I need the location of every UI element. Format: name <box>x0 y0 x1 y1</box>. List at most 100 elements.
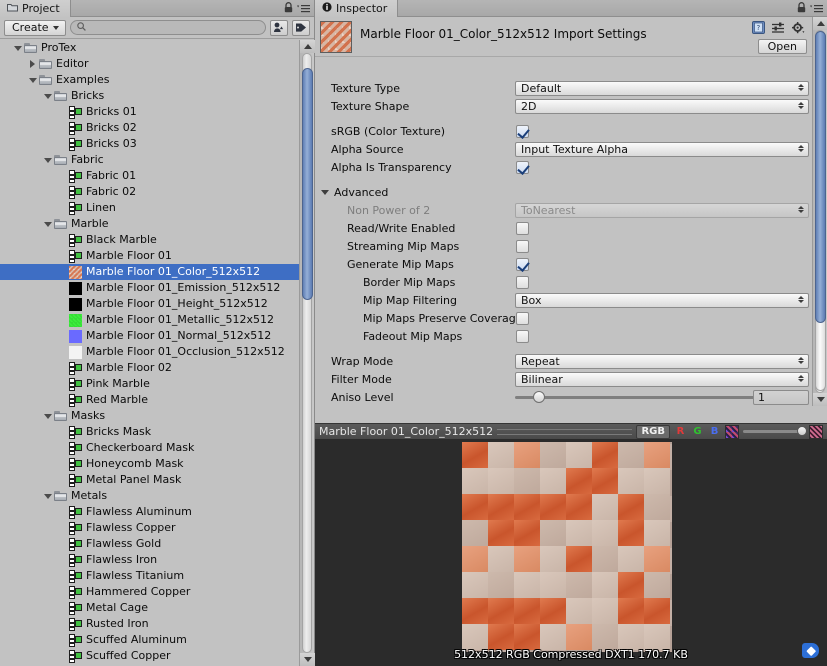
checkbox-border-mip-maps[interactable] <box>516 275 529 289</box>
gear-icon[interactable] <box>792 21 805 37</box>
project-scrollbar[interactable] <box>299 40 315 666</box>
lock-icon[interactable] <box>284 2 293 16</box>
label-tag-icon[interactable] <box>292 19 310 36</box>
scroll-up-arrow[interactable] <box>813 17 827 30</box>
label-tag-icon[interactable] <box>802 643 819 658</box>
alpha-checker-icon[interactable] <box>809 424 823 439</box>
tree-item-flawless-gold[interactable]: Flawless Gold <box>0 536 314 552</box>
search-input[interactable] <box>89 21 259 34</box>
chevron-down-icon[interactable] <box>27 72 38 88</box>
mip-level-slider[interactable] <box>743 426 807 436</box>
checkbox-fadeout-mip-maps[interactable] <box>516 329 529 343</box>
lock-icon[interactable] <box>797 2 806 16</box>
tree-item-bricks[interactable]: Bricks <box>0 88 314 104</box>
tree-item-flawless-titanium[interactable]: Flawless Titanium <box>0 568 314 584</box>
tab-inspector[interactable]: Inspector <box>315 0 399 17</box>
inspector-panel: Inspector Marble Floor 01_Color_512x512 … <box>315 0 827 666</box>
checkbox-alpha-is-transparency[interactable] <box>516 160 529 174</box>
chevron-down-icon[interactable] <box>42 408 53 424</box>
tree-item-editor[interactable]: Editor <box>0 56 314 72</box>
chevron-right-icon[interactable] <box>27 56 38 72</box>
tree-item-honeycomb-mask[interactable]: Honeycomb Mask <box>0 456 314 472</box>
tree-item-marble-floor-01-emission-512x512[interactable]: Marble Floor 01_Emission_512x512 <box>0 280 314 296</box>
tree-item-metals[interactable]: Metals <box>0 488 314 504</box>
tree-item-marble-floor-01-occlusion-512x512[interactable]: Marble Floor 01_Occlusion_512x512 <box>0 344 314 360</box>
number-field-aniso-level[interactable]: 1 <box>753 389 809 405</box>
checkbox-srgb-color-texture[interactable] <box>516 124 529 138</box>
tree-item-linen[interactable]: Linen <box>0 200 314 216</box>
dropdown-wrap-mode[interactable]: Repeat <box>515 353 809 369</box>
chevron-down-icon[interactable] <box>42 88 53 104</box>
open-button[interactable]: Open <box>757 39 807 54</box>
preview-drag-handle[interactable] <box>497 428 633 435</box>
inspector-scrollbar[interactable] <box>812 17 827 406</box>
tree-item-flawless-iron[interactable]: Flawless Iron <box>0 552 314 568</box>
scroll-down-arrow[interactable] <box>300 653 315 666</box>
tree-item-scuffed-aluminum[interactable]: Scuffed Aluminum <box>0 632 314 648</box>
tree-item-marble-floor-02[interactable]: Marble Floor 02 <box>0 360 314 376</box>
chevron-down-icon[interactable] <box>42 152 53 168</box>
tree-item-metal-panel-mask[interactable]: Metal Panel Mask <box>0 472 314 488</box>
chevron-down-icon[interactable] <box>12 40 23 56</box>
favorites-icon[interactable] <box>270 19 288 36</box>
tree-item-marble-floor-01-height-512x512[interactable]: Marble Floor 01_Height_512x512 <box>0 296 314 312</box>
channel-r-toggle[interactable]: R <box>674 425 687 439</box>
inspector-scroll-thumb[interactable] <box>815 31 826 323</box>
tree-item-fabric-01[interactable]: Fabric 01 <box>0 168 314 184</box>
tree-item-black-marble[interactable]: Black Marble <box>0 232 314 248</box>
tree-item-marble-floor-01[interactable]: Marble Floor 01 <box>0 248 314 264</box>
checkbox-read-write-enabled[interactable] <box>516 221 529 235</box>
tree-item-rusted-iron[interactable]: Rusted Iron <box>0 616 314 632</box>
slider-knob[interactable] <box>533 391 545 403</box>
tree-item-pink-marble[interactable]: Pink Marble <box>0 376 314 392</box>
chevron-down-icon[interactable] <box>321 190 329 195</box>
tree-item-red-marble[interactable]: Red Marble <box>0 392 314 408</box>
tree-item-metal-cage[interactable]: Metal Cage <box>0 600 314 616</box>
tree-item-marble-floor-01-normal-512x512[interactable]: Marble Floor 01_Normal_512x512 <box>0 328 314 344</box>
dropdown-texture-shape[interactable]: 2D <box>515 98 809 114</box>
scroll-up-arrow[interactable] <box>300 40 315 53</box>
create-button[interactable]: Create <box>4 19 66 36</box>
slider-aniso-level[interactable] <box>515 391 759 403</box>
panel-menu-icon[interactable] <box>810 3 823 16</box>
panel-menu-icon[interactable] <box>297 3 310 16</box>
channel-g-toggle[interactable]: G <box>691 425 704 439</box>
tree-item-marble-floor-01-color-512x512[interactable]: Marble Floor 01_Color_512x512 <box>0 264 314 280</box>
tree-item-protex[interactable]: ProTex <box>0 40 314 56</box>
tree-item-bricks-mask[interactable]: Bricks Mask <box>0 424 314 440</box>
tree-item-marble-floor-01-metallic-512x512[interactable]: Marble Floor 01_Metallic_512x512 <box>0 312 314 328</box>
dropdown-mip-map-filtering[interactable]: Box <box>515 292 809 308</box>
dropdown-alpha-source[interactable]: Input Texture Alpha <box>515 141 809 157</box>
preset-icon[interactable] <box>772 22 785 37</box>
tree-item-fabric-02[interactable]: Fabric 02 <box>0 184 314 200</box>
tree-item-hammered-copper[interactable]: Hammered Copper <box>0 584 314 600</box>
dropdown-texture-type[interactable]: Default <box>515 80 809 96</box>
checkbox-mip-maps-preserve-coverage[interactable] <box>516 311 529 325</box>
dropdown-filter-mode[interactable]: Bilinear <box>515 371 809 387</box>
mipmap-icon[interactable] <box>725 424 739 439</box>
scroll-down-arrow[interactable] <box>813 393 827 406</box>
tree-item-flawless-aluminum[interactable]: Flawless Aluminum <box>0 504 314 520</box>
tree-item-checkerboard-mask[interactable]: Checkerboard Mask <box>0 440 314 456</box>
checkbox-streaming-mip-maps[interactable] <box>516 239 529 253</box>
rgb-toggle-button[interactable]: RGB <box>636 424 670 439</box>
property-label[interactable]: Advanced <box>315 186 388 199</box>
channel-b-toggle[interactable]: B <box>708 425 721 439</box>
project-tree[interactable]: ProTex Editor Examples Bricks Bricks 01 Brick… <box>0 40 314 666</box>
tree-item-flawless-copper[interactable]: Flawless Copper <box>0 520 314 536</box>
tree-item-bricks-03[interactable]: Bricks 03 <box>0 136 314 152</box>
tree-item-bricks-01[interactable]: Bricks 01 <box>0 104 314 120</box>
chevron-down-icon[interactable] <box>42 488 53 504</box>
tree-item-fabric[interactable]: Fabric <box>0 152 314 168</box>
tab-project[interactable]: Project <box>0 0 71 17</box>
help-icon[interactable]: ? <box>752 21 765 37</box>
chevron-down-icon[interactable] <box>42 216 53 232</box>
checkbox-generate-mip-maps[interactable] <box>516 257 529 271</box>
project-scroll-thumb[interactable] <box>302 68 313 300</box>
tree-item-bricks-02[interactable]: Bricks 02 <box>0 120 314 136</box>
tree-item-masks[interactable]: Masks <box>0 408 314 424</box>
tree-item-scuffed-copper[interactable]: Scuffed Copper <box>0 648 314 664</box>
tree-item-marble[interactable]: Marble <box>0 216 314 232</box>
search-box[interactable] <box>69 20 266 35</box>
tree-item-examples[interactable]: Examples <box>0 72 314 88</box>
